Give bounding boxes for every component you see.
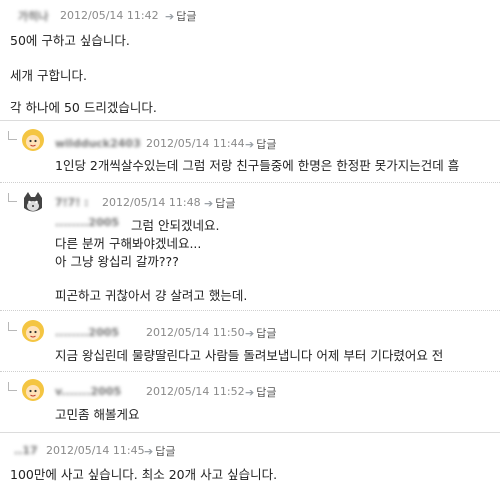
reply-indent-icon <box>8 382 17 391</box>
comment-timestamp: 2012/05/14 11:48 <box>102 196 201 209</box>
comment-timestamp: 2012/05/14 11:52 <box>146 385 245 398</box>
reply-arrow-icon: ➔ <box>245 137 255 151</box>
reply-label: 답글 <box>155 445 176 458</box>
comment-timestamp: 2012/05/14 11:42 <box>60 9 159 22</box>
divider <box>0 432 500 433</box>
comment-line: 지금 왕십린데 물량딸린다고 사람들 돌려보냅니다 어제 부터 기다렸어요 전 <box>55 348 444 363</box>
reply-label: 답글 <box>256 386 277 399</box>
reply-button[interactable]: ➔ 답글 <box>165 8 196 24</box>
comment-author[interactable]: wildduck2403 <box>55 137 141 150</box>
comment-timestamp: 2012/05/14 11:50 <box>146 326 245 339</box>
comment-author[interactable]: ........2005 <box>55 326 119 339</box>
reply-label: 답글 <box>256 327 277 340</box>
girl-avatar-icon <box>22 320 44 342</box>
comment-timestamp: 2012/05/14 11:44 <box>146 137 245 150</box>
reply-label: 답글 <box>215 197 236 210</box>
comment-author[interactable]: 가히나 <box>18 8 48 24</box>
divider <box>0 182 500 183</box>
comment-line: 고민좀 해볼게요 <box>55 407 140 422</box>
comment-author[interactable]: ..17 <box>14 444 38 457</box>
reply-indent-icon <box>8 131 17 140</box>
reply-indent-icon <box>8 193 17 202</box>
comment-author[interactable]: 7!7! : <box>55 196 89 209</box>
divider <box>0 310 500 311</box>
cat-avatar-icon <box>24 192 42 212</box>
divider <box>0 120 500 121</box>
reply-arrow-icon: ➔ <box>245 326 255 340</box>
mention-username[interactable]: ........2005 <box>55 216 119 229</box>
comment-line: 그럼 안되겠네요. <box>131 218 220 233</box>
comment-author[interactable]: v.......2005 <box>55 385 121 398</box>
comment-line: 아 그냥 왕십리 갈까??? <box>55 254 179 269</box>
girl-avatar-icon <box>22 379 44 401</box>
reply-label: 답글 <box>176 10 197 23</box>
reply-button[interactable]: ➔ 답글 <box>204 195 235 211</box>
comment-line: 각 하나에 50 드리겠습니다. <box>10 100 157 115</box>
comment-timestamp: 2012/05/14 11:45 <box>46 444 145 457</box>
reply-button[interactable]: ➔ 답글 <box>245 325 276 341</box>
reply-button[interactable]: ➔ 답글 <box>245 136 276 152</box>
comment-line: 다른 분꺼 구해봐야겠네요... <box>55 236 202 251</box>
reply-button[interactable]: ➔ 답글 <box>245 384 276 400</box>
reply-label: 답글 <box>256 138 277 151</box>
reply-arrow-icon: ➔ <box>165 9 175 23</box>
reply-arrow-icon: ➔ <box>144 444 154 458</box>
comment-line: 피곤하고 귀찮아서 걍 살려고 했는데. <box>55 288 248 303</box>
girl-avatar-icon <box>22 129 44 151</box>
comment-line: 1인당 2개씩살수있는데 그럼 저랑 친구들중에 한명은 한정판 못가지는건데 … <box>55 158 460 173</box>
reply-indent-icon <box>8 322 17 331</box>
reply-button[interactable]: ➔ 답글 <box>144 443 175 459</box>
comment-line: 100만에 사고 싶습니다. 최소 20개 사고 싶습니다. <box>10 467 278 482</box>
divider <box>0 371 500 372</box>
reply-arrow-icon: ➔ <box>245 385 255 399</box>
comment-line: 50에 구하고 싶습니다. <box>10 33 130 48</box>
reply-arrow-icon: ➔ <box>204 196 214 210</box>
comment-line: 세개 구합니다. <box>10 68 87 83</box>
